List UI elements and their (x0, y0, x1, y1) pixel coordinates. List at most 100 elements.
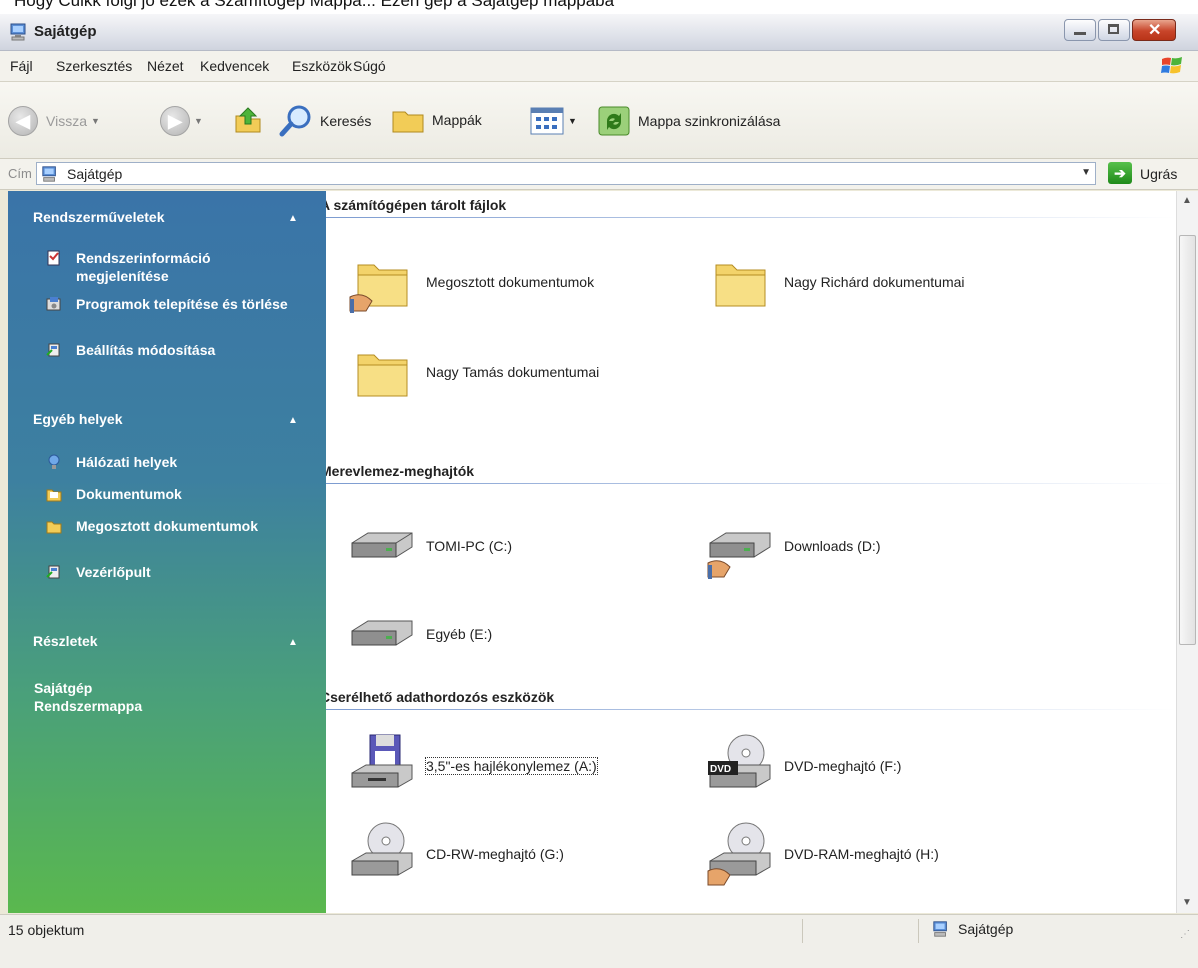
windows-logo-icon (1161, 57, 1182, 74)
sync-icon (598, 106, 630, 136)
menu-edit[interactable]: Szerkesztés (56, 58, 132, 74)
list-item[interactable]: Megosztott dokumentumok (348, 247, 594, 317)
back-button[interactable]: ◀ Vissza ▼ (8, 106, 100, 136)
caption-text: Hogy Cuikk fölgi jó ezek a Számítógép Ma… (14, 0, 615, 10)
dvd-ram-drive-icon (707, 822, 771, 886)
toolbar: ◀ Vissza ▼ ▶ ▼ Keresés Mappák ▼ Mappa sz… (0, 82, 1198, 159)
list-item[interactable]: Downloads (D:) (706, 511, 880, 581)
list-item[interactable]: CD-RW-meghajtó (G:) (348, 819, 564, 889)
back-arrow-icon: ◀ (8, 106, 38, 136)
go-button-label[interactable]: Ugrás (1140, 166, 1177, 182)
list-item[interactable]: TOMI-PC (C:) (348, 511, 512, 581)
resize-grip-icon[interactable]: ⋰ (1180, 929, 1190, 940)
collapse-icon[interactable]: ▲ (288, 637, 298, 648)
my-computer-icon (933, 921, 947, 937)
sync-folder-button[interactable]: Mappa szinkronizálása (596, 104, 780, 138)
control-panel-icon (46, 343, 60, 357)
menu-bar: Fájl Szerkesztés Nézet Kedvencek Eszközö… (0, 51, 1198, 82)
chevron-down-icon: ▼ (90, 116, 100, 126)
shared-folder-icon (46, 521, 62, 534)
menu-file[interactable]: Fájl (10, 58, 33, 74)
scroll-up-icon[interactable]: ▲ (1182, 195, 1192, 206)
details-header[interactable]: Részletek (33, 633, 98, 649)
shared-drive-icon (707, 532, 771, 579)
details-type: Rendszermappa (34, 698, 143, 714)
folder-icon (392, 111, 424, 133)
shared-folder-icon (349, 264, 408, 313)
address-input[interactable]: Sajátgép ▼ (36, 162, 1096, 185)
menu-favorites[interactable]: Kedvencek (200, 58, 269, 74)
sidebar-item-change-setting[interactable]: Beállítás módosítása (46, 341, 296, 359)
minimize-button[interactable] (1064, 19, 1096, 41)
collapse-icon[interactable]: ▲ (288, 213, 298, 224)
sidebar-item-documents[interactable]: Dokumentumok (46, 485, 296, 503)
vertical-scrollbar[interactable]: ▲ ▼ (1176, 191, 1198, 913)
list-item[interactable]: 3,5"-es hajlékonylemez (A:) (348, 731, 598, 801)
hard-drive-icon (351, 532, 413, 558)
address-label: Cím (8, 166, 32, 181)
forward-arrow-icon: ▶ (160, 106, 190, 136)
close-icon: ✕ (1148, 22, 1162, 39)
sidebar-item-control-panel[interactable]: Vezérlőpult (46, 563, 296, 581)
list-item[interactable]: DVD DVD-meghajtó (F:) (706, 731, 901, 801)
network-places-icon (48, 454, 60, 469)
dvd-drive-icon: DVD (708, 734, 771, 788)
hard-drive-icon (351, 620, 413, 646)
caption-strip: Hogy Cuikk fölgi jó ezek a Számítógép Ma… (0, 0, 1198, 14)
list-item[interactable]: Nagy Richárd dokumentumai (706, 247, 965, 317)
details-name: Sajátgép (34, 680, 93, 696)
collapse-icon[interactable]: ▲ (288, 415, 298, 426)
menu-tools[interactable]: Eszközök (292, 58, 352, 74)
list-item[interactable]: Egyéb (E:) (348, 599, 492, 669)
chevron-down-icon[interactable]: ▼ (1081, 167, 1091, 178)
group-header-hard-drives: Merevlemez-meghajtók (326, 459, 1176, 485)
sidebar-item-system-info[interactable]: Rendszerinformáció megjelenítése (46, 249, 296, 285)
window-title: Sajátgép (34, 23, 97, 40)
add-remove-programs-icon (46, 297, 61, 311)
views-button[interactable]: ▼ (530, 107, 577, 135)
group-header-files: A számítógépen tárolt fájlok (326, 193, 1176, 219)
title-bar[interactable]: Sajátgép ✕ (0, 14, 1198, 51)
views-icon (530, 107, 564, 135)
close-button[interactable]: ✕ (1132, 19, 1176, 41)
forward-button[interactable]: ▶ ▼ (160, 106, 203, 136)
system-tasks-header[interactable]: Rendszerműveletek (33, 209, 165, 225)
status-location: Sajátgép (932, 920, 1013, 938)
documents-icon (46, 489, 62, 502)
my-computer-icon (10, 23, 26, 41)
svg-text:DVD: DVD (710, 764, 731, 775)
up-folder-icon[interactable] (232, 104, 264, 136)
folder-icon (715, 264, 766, 307)
group-header-removable: Cserélhető adathordozós eszközök (326, 685, 1176, 711)
chevron-down-icon: ▼ (568, 116, 577, 126)
status-divider (918, 919, 919, 943)
folders-button[interactable]: Mappák (390, 104, 482, 136)
address-value: Sajátgép (67, 166, 123, 182)
list-item[interactable]: Nagy Tamás dokumentumai (348, 337, 599, 407)
chevron-down-icon: ▼ (194, 116, 203, 126)
scrollbar-thumb[interactable] (1179, 235, 1196, 645)
maximize-button[interactable] (1098, 19, 1130, 41)
folder-icon (357, 354, 408, 397)
my-computer-icon (42, 166, 56, 182)
sidebar-item-shared-documents[interactable]: Megosztott dokumentumok (46, 517, 296, 535)
cd-drive-icon (351, 822, 413, 876)
scroll-down-icon[interactable]: ▼ (1182, 897, 1192, 908)
search-icon (279, 105, 311, 137)
go-arrow-icon[interactable]: ➔ (1108, 162, 1132, 184)
search-button[interactable]: Keresés (278, 104, 371, 138)
other-places-header[interactable]: Egyéb helyek (33, 411, 123, 427)
status-bar: 15 objektum Sajátgép ⋰ (0, 914, 1198, 968)
file-list-pane: A számítógépen tárolt fájlok Megosztott … (326, 191, 1176, 913)
explorer-window: Sajátgép ✕ Fájl Szerkesztés Nézet Kedven… (0, 14, 1198, 968)
system-info-icon (47, 250, 60, 266)
status-divider (802, 919, 803, 943)
task-pane: Rendszerműveletek ▲ Rendszerinformáció m… (8, 191, 326, 913)
list-item[interactable]: DVD-RAM-meghajtó (H:) (706, 819, 939, 889)
menu-help[interactable]: Súgó (353, 58, 386, 74)
menu-view[interactable]: Nézet (147, 58, 184, 74)
sidebar-item-network-places[interactable]: Hálózati helyek (46, 453, 296, 471)
floppy-drive-icon (351, 734, 413, 788)
sidebar-item-add-remove-programs[interactable]: Programok telepítése és törlése (46, 295, 296, 313)
address-bar: Cím Sajátgép ▼ ➔ Ugrás (0, 159, 1198, 190)
